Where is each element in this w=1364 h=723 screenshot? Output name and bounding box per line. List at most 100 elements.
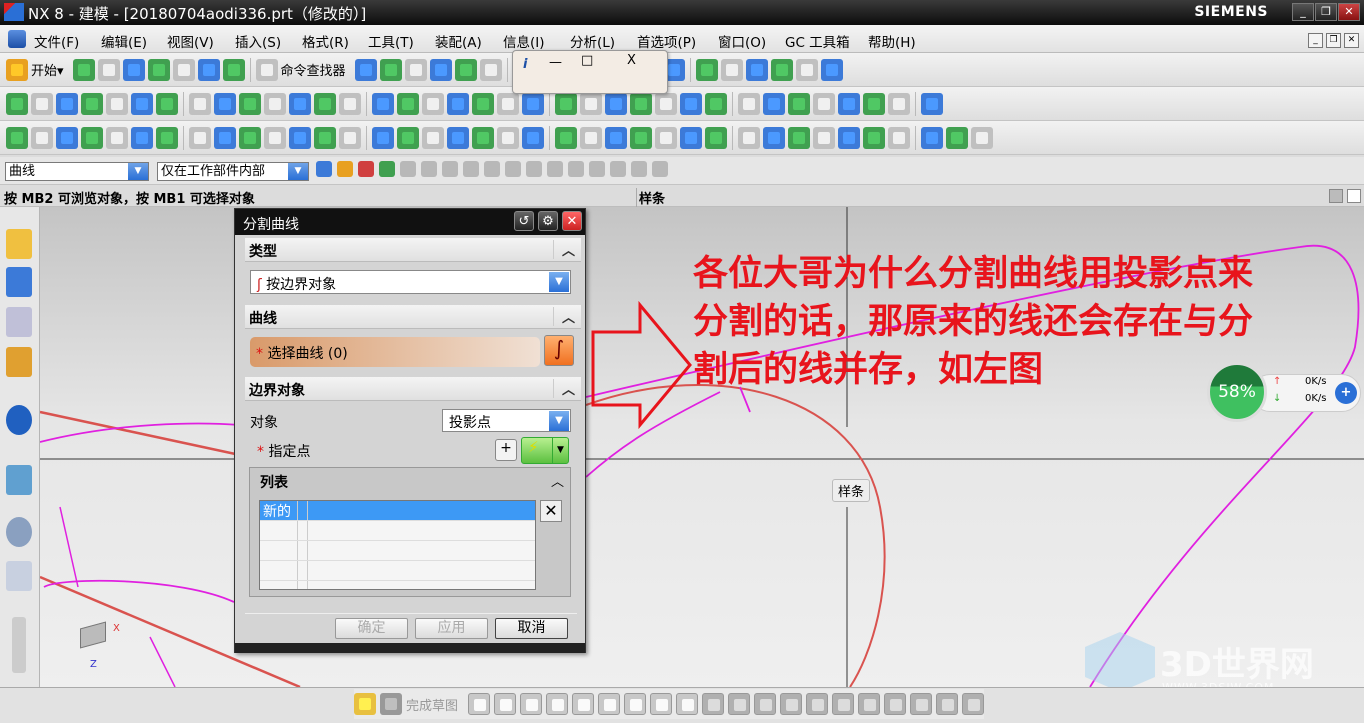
orient-view-icon[interactable] bbox=[936, 693, 959, 715]
system-materials-icon[interactable] bbox=[6, 561, 32, 591]
sew2-icon[interactable] bbox=[555, 126, 577, 149]
menu-assembly[interactable]: 装配(A) bbox=[435, 31, 482, 51]
sweep-icon[interactable] bbox=[820, 58, 843, 81]
snap-box-icon[interactable] bbox=[421, 161, 437, 177]
boss-icon[interactable] bbox=[838, 126, 860, 149]
solid-icon[interactable] bbox=[339, 126, 361, 149]
line-icon[interactable] bbox=[379, 58, 402, 81]
maximize-button[interactable]: ❐ bbox=[1315, 3, 1337, 21]
studio-spline-icon[interactable] bbox=[650, 693, 673, 715]
revolve-icon[interactable] bbox=[795, 58, 818, 81]
menu-info[interactable]: 信息(I) bbox=[503, 31, 545, 51]
sheet-icon[interactable] bbox=[289, 126, 311, 149]
new-icon[interactable] bbox=[72, 58, 95, 81]
stack2-icon[interactable] bbox=[106, 126, 128, 149]
chamfer-icon[interactable] bbox=[598, 693, 621, 715]
layer-icon[interactable] bbox=[189, 92, 211, 115]
close-button[interactable]: ✕ bbox=[1338, 3, 1360, 21]
snap-select-icon[interactable] bbox=[358, 161, 374, 177]
point-icon[interactable] bbox=[676, 693, 699, 715]
type-select[interactable]: ʃ 按边界对象 ▼ bbox=[250, 270, 571, 294]
web-browser-icon[interactable] bbox=[6, 465, 32, 495]
constraint-icon[interactable] bbox=[832, 693, 855, 715]
delete-icon[interactable]: ✕ bbox=[540, 500, 562, 522]
face2-icon[interactable] bbox=[888, 126, 910, 149]
measure-icon[interactable] bbox=[763, 92, 785, 115]
menu-file[interactable]: 文件(F) bbox=[34, 31, 79, 51]
spline-icon[interactable] bbox=[479, 58, 502, 81]
line-icon[interactable] bbox=[494, 693, 517, 715]
cube-icon[interactable] bbox=[106, 92, 128, 115]
quick-extend-icon[interactable] bbox=[754, 693, 777, 715]
menu-insert[interactable]: 插入(S) bbox=[235, 31, 281, 51]
extract-icon[interactable] bbox=[630, 126, 652, 149]
menu-analysis[interactable]: 分析(L) bbox=[570, 31, 615, 51]
rib-icon[interactable] bbox=[680, 126, 702, 149]
snap-mid-icon[interactable] bbox=[463, 161, 479, 177]
pad-icon[interactable] bbox=[738, 126, 760, 149]
chevron-down-icon[interactable]: ▼ bbox=[552, 438, 568, 463]
arc-icon[interactable] bbox=[520, 693, 543, 715]
undo-icon[interactable] bbox=[197, 58, 220, 81]
render-icon[interactable] bbox=[81, 92, 103, 115]
ok-button[interactable]: 确定 bbox=[335, 618, 408, 639]
snap-control-icon[interactable] bbox=[484, 161, 500, 177]
snap-endpoint-icon[interactable] bbox=[442, 161, 458, 177]
face3-icon[interactable] bbox=[921, 126, 943, 149]
layer2-icon[interactable] bbox=[522, 92, 544, 115]
table-icon[interactable] bbox=[264, 126, 286, 149]
face-icon[interactable] bbox=[863, 126, 885, 149]
snap-pole-icon[interactable] bbox=[610, 161, 626, 177]
section-icon[interactable] bbox=[580, 92, 602, 115]
reuse-library-icon[interactable] bbox=[6, 347, 32, 377]
menu-view[interactable]: 视图(V) bbox=[167, 31, 214, 51]
doc-icon[interactable] bbox=[214, 126, 236, 149]
save-as-icon[interactable] bbox=[147, 58, 170, 81]
trim-surf-icon[interactable] bbox=[472, 92, 494, 115]
chamfer-icon[interactable] bbox=[745, 58, 768, 81]
float-close-button[interactable]: X bbox=[627, 53, 636, 68]
extrude-icon[interactable] bbox=[770, 58, 793, 81]
list-row[interactable] bbox=[260, 561, 535, 581]
chevron-up-icon[interactable]: ︿ bbox=[551, 471, 564, 490]
move-icon[interactable] bbox=[630, 92, 652, 115]
emboss-icon[interactable] bbox=[705, 126, 727, 149]
thicken-icon[interactable] bbox=[397, 126, 419, 149]
box-icon[interactable] bbox=[788, 92, 810, 115]
list-row[interactable]: 新的 bbox=[260, 501, 535, 521]
arc-icon[interactable] bbox=[404, 58, 427, 81]
intersect-icon[interactable] bbox=[522, 126, 544, 149]
unite-icon[interactable] bbox=[472, 126, 494, 149]
sketch-icon[interactable] bbox=[354, 693, 376, 715]
float-min-button[interactable]: — bbox=[549, 55, 562, 70]
apply-button[interactable]: 应用 bbox=[415, 618, 488, 639]
rectangle-icon[interactable] bbox=[624, 693, 647, 715]
snap-view-icon[interactable] bbox=[652, 161, 668, 177]
face4-icon[interactable] bbox=[946, 126, 968, 149]
menu-format[interactable]: 格式(R) bbox=[302, 31, 349, 51]
layout-icon[interactable] bbox=[1329, 189, 1343, 203]
shell-icon[interactable] bbox=[422, 126, 444, 149]
object-select[interactable]: 投影点 ▼ bbox=[442, 409, 571, 432]
stack3-icon[interactable] bbox=[131, 126, 153, 149]
rotate-icon[interactable] bbox=[655, 92, 677, 115]
circle-icon[interactable] bbox=[546, 693, 569, 715]
rect-icon[interactable] bbox=[454, 58, 477, 81]
offset2-icon[interactable] bbox=[605, 126, 627, 149]
face5-icon[interactable] bbox=[971, 126, 993, 149]
sew-icon[interactable] bbox=[497, 92, 519, 115]
doc-minimize-button[interactable]: _ bbox=[1308, 33, 1323, 48]
snap-intersect-icon[interactable] bbox=[505, 161, 521, 177]
through-icon[interactable] bbox=[397, 92, 419, 115]
menu-gc-toolbox[interactable]: GC 工具箱 bbox=[785, 31, 850, 51]
door-icon[interactable] bbox=[239, 126, 261, 149]
dimension-icon[interactable] bbox=[806, 693, 829, 715]
app-menu-icon[interactable] bbox=[8, 30, 26, 48]
menu-tools[interactable]: 工具(T) bbox=[368, 31, 414, 51]
snap-exist-icon[interactable] bbox=[568, 161, 584, 177]
point-dialog-icon[interactable]: + bbox=[495, 439, 517, 461]
redo-icon[interactable] bbox=[222, 58, 245, 81]
snap-center-icon[interactable] bbox=[526, 161, 542, 177]
snap-cursor-icon[interactable] bbox=[379, 161, 395, 177]
snap-face-icon[interactable] bbox=[589, 161, 605, 177]
